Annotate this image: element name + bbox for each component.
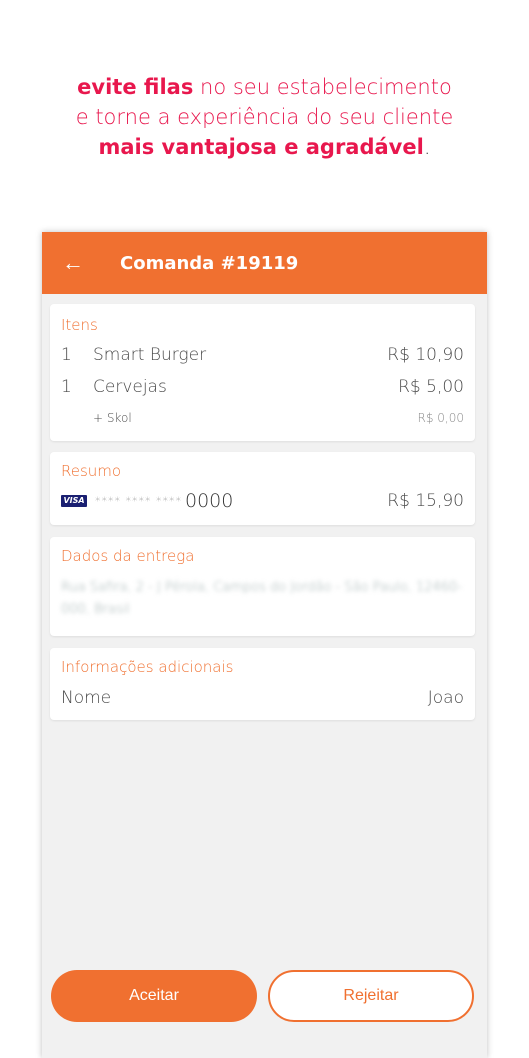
payment-row: VISA **** **** **** 0000 R$ 15,90 [61, 490, 464, 512]
headline-bold-3: mais vantajosa e agradável [98, 135, 424, 159]
accept-button[interactable]: Aceitar [51, 970, 257, 1022]
item-price: R$ 10,90 [387, 345, 464, 365]
addon-price: R$ 0,00 [417, 411, 464, 425]
item-qty: 1 [61, 377, 72, 397]
page-title: Comanda #19119 [120, 252, 299, 274]
item-price: R$ 5,00 [398, 377, 464, 397]
headline-text-2: e torne a experiência do seu cliente [75, 105, 454, 129]
phone-screen: ← Comanda #19119 Itens 1 Smart Burger R$… [42, 232, 487, 1058]
additional-info-title: Informações adicionais [61, 658, 234, 676]
total-price: R$ 15,90 [387, 491, 464, 511]
item-name: Smart Burger [93, 345, 207, 365]
headline-bold-1: evite filas [77, 75, 194, 99]
promo-headline: evite filas no seu estabelecimento e tor… [0, 72, 529, 162]
delivery-card: Dados da entrega Rua Safira, 2 - J Pérol… [50, 537, 475, 636]
delivery-address: Rua Safira, 2 - J Pérola, Campos do Jord… [61, 580, 463, 617]
items-title: Itens [61, 316, 98, 334]
list-item: 1 Cervejas R$ 5,00 [61, 377, 464, 397]
app-bar: ← Comanda #19119 [42, 232, 487, 294]
delivery-title: Dados da entrega [61, 547, 195, 565]
info-label: Nome [61, 688, 112, 708]
headline-text-3: . [423, 135, 431, 159]
summary-title: Resumo [61, 462, 122, 480]
item-qty: 1 [61, 345, 72, 365]
info-row: Nome Joao [61, 688, 464, 708]
additional-info-card: Informações adicionais Nome Joao [50, 648, 475, 720]
card-mask: **** **** **** [95, 494, 182, 508]
item-name: Cervejas [93, 377, 167, 397]
addon-row: + Skol R$ 0,00 [61, 411, 464, 425]
summary-card: Resumo VISA **** **** **** 0000 R$ 15,90 [50, 452, 475, 525]
info-value: Joao [427, 688, 464, 708]
items-card: Itens 1 Smart Burger R$ 10,90 1 Cervejas… [50, 304, 475, 441]
addon-name: + Skol [93, 411, 132, 425]
headline-text-1: no seu estabelecimento [200, 75, 452, 99]
visa-card-icon: VISA [61, 495, 87, 507]
list-item: 1 Smart Burger R$ 10,90 [61, 345, 464, 365]
card-last4: 0000 [185, 490, 234, 512]
reject-button[interactable]: Rejeitar [268, 970, 474, 1022]
back-arrow-icon[interactable]: ← [42, 250, 100, 276]
